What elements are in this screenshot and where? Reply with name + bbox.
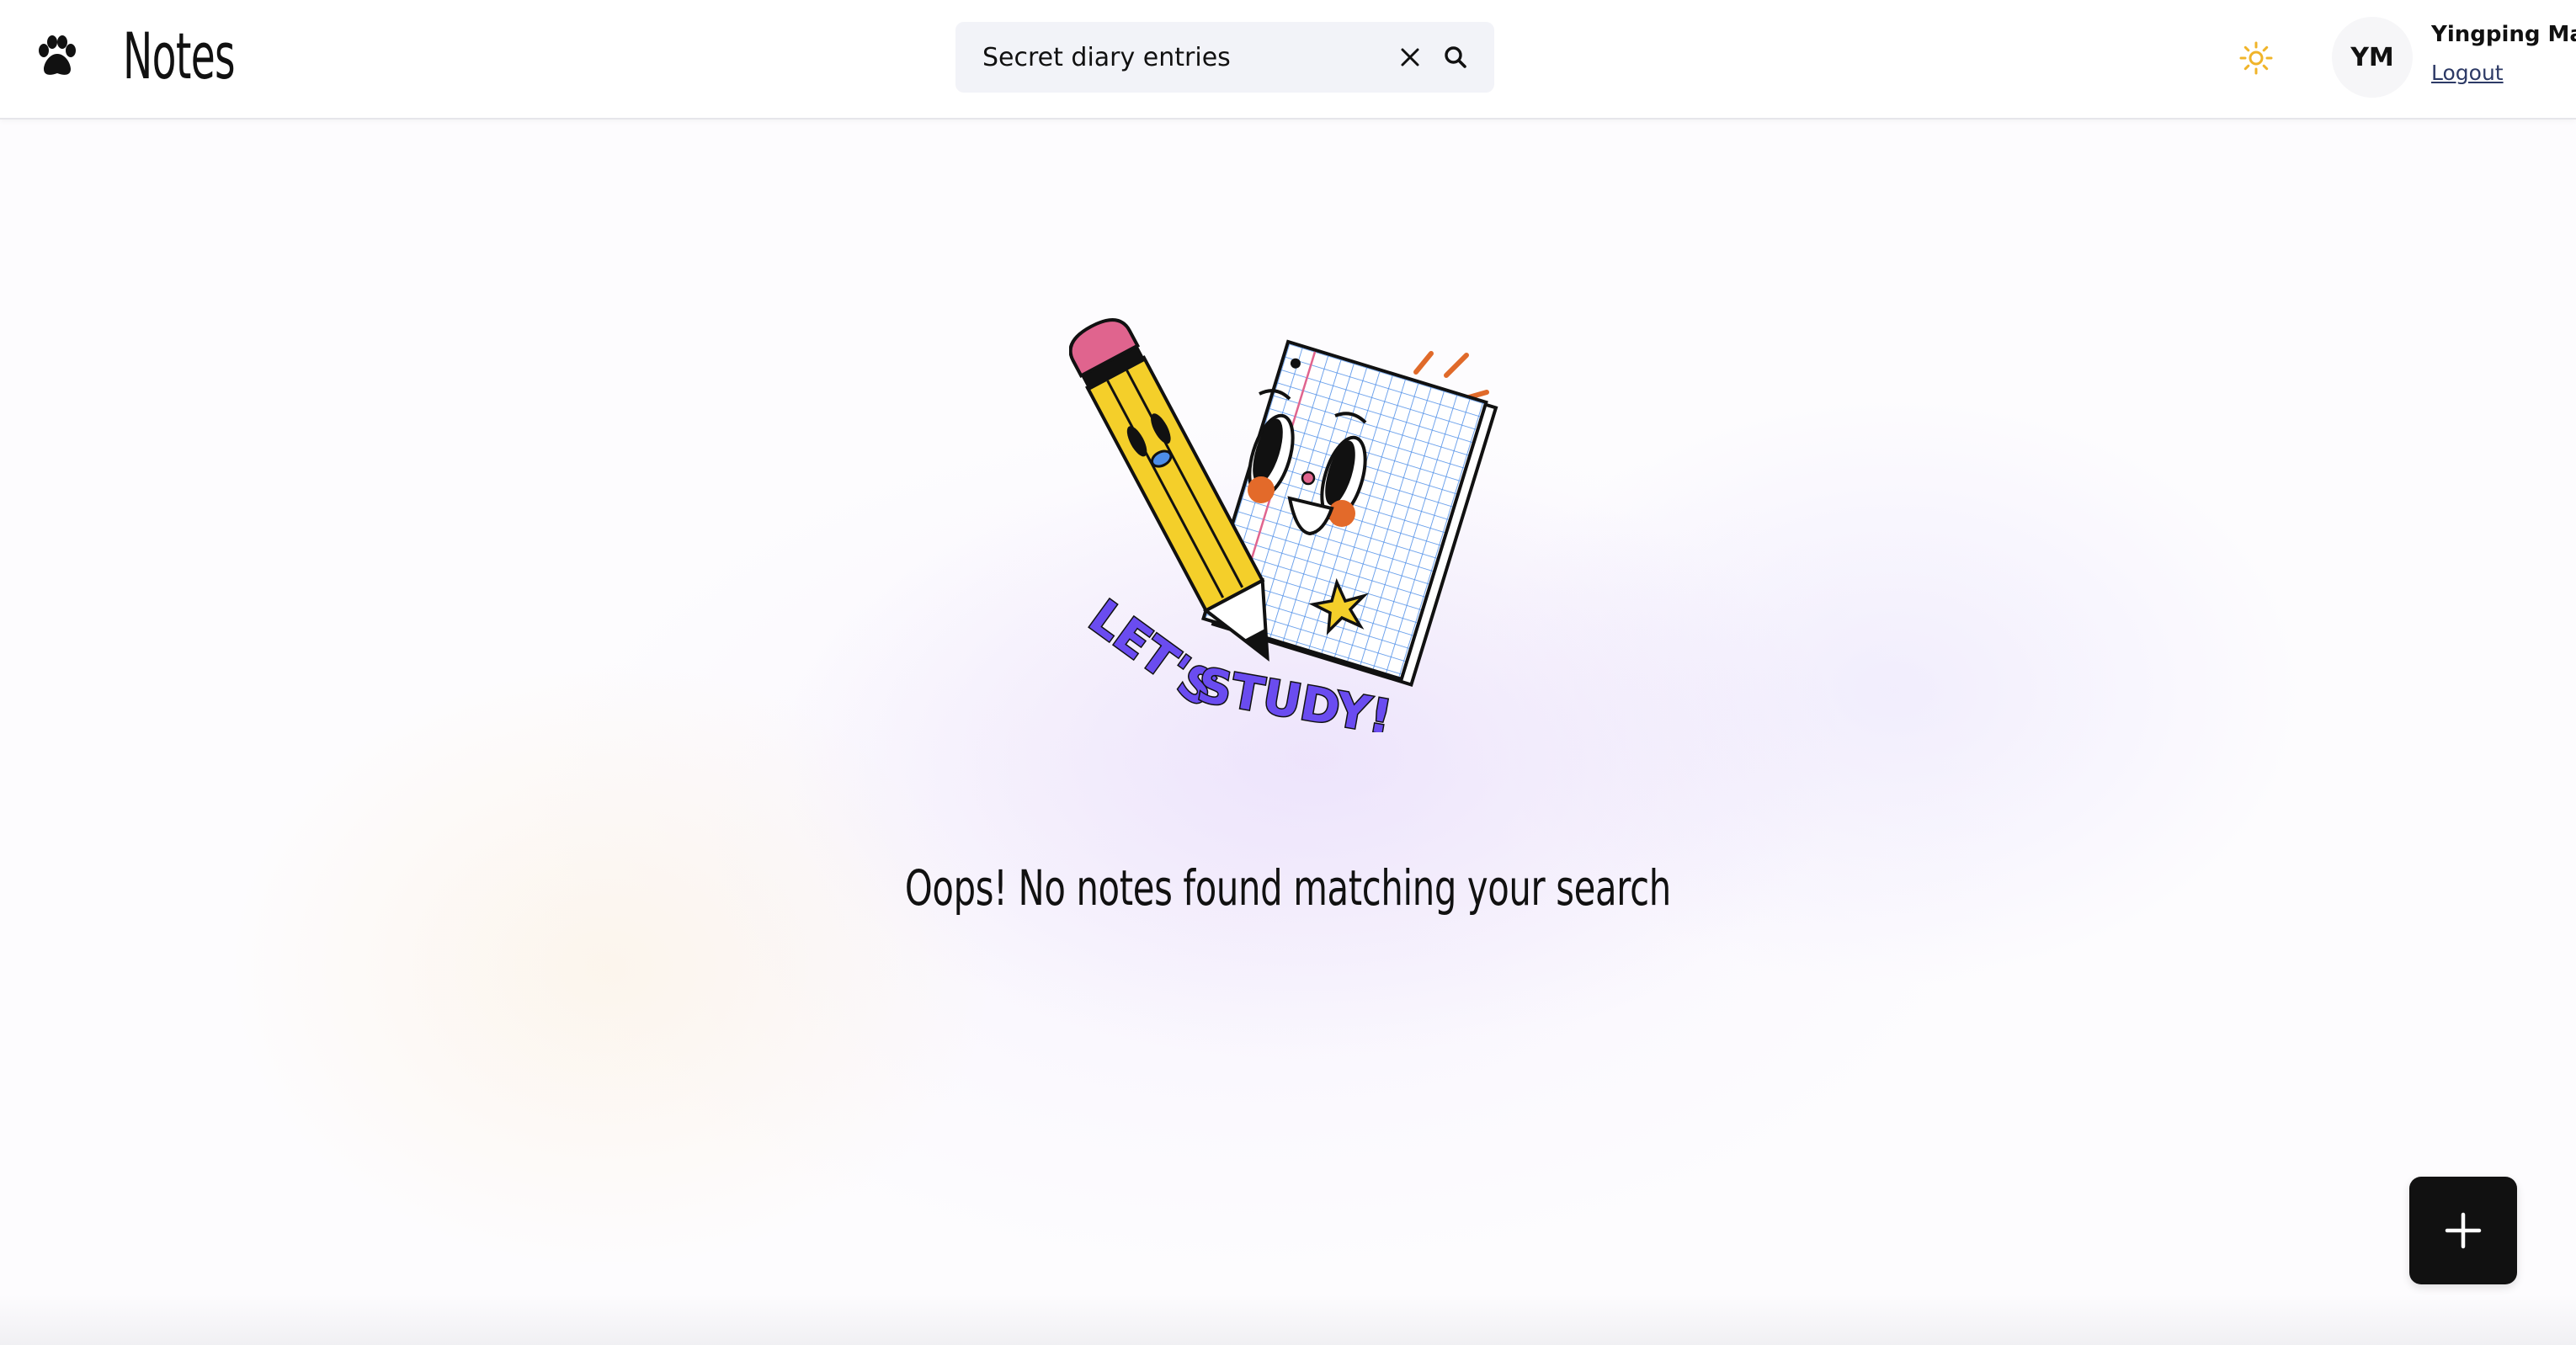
search-input[interactable] bbox=[982, 22, 1386, 93]
avatar[interactable]: YM bbox=[2332, 17, 2413, 98]
search-button[interactable] bbox=[1437, 39, 1474, 76]
empty-state-message: Oops! No notes found matching your searc… bbox=[0, 850, 2576, 926]
add-note-button[interactable] bbox=[2409, 1177, 2517, 1284]
clear-search-button[interactable] bbox=[1392, 39, 1429, 76]
empty-state-text: Oops! No notes found matching your searc… bbox=[905, 859, 1671, 917]
theme-toggle-button[interactable] bbox=[2235, 37, 2277, 79]
plus-icon bbox=[2445, 1212, 2482, 1249]
logout-link[interactable]: Logout bbox=[2431, 61, 2504, 85]
app-title: Notes bbox=[123, 19, 236, 93]
lets-study-illustration: LET'S STUDY! bbox=[1068, 311, 1507, 747]
close-icon bbox=[1401, 48, 1419, 66]
paw-icon[interactable] bbox=[34, 34, 81, 81]
user-name: Yingping Ma bbox=[2431, 22, 2576, 47]
sun-icon bbox=[2239, 41, 2273, 75]
top-bar: Notes Secret diary entries YM Yingping M… bbox=[0, 0, 2576, 120]
search-icon bbox=[1445, 46, 1466, 68]
notes-page: Notes Secret diary entries YM Yingping M… bbox=[0, 0, 2576, 1345]
search-bar bbox=[955, 22, 1494, 93]
bottom-fade bbox=[0, 1294, 2576, 1345]
